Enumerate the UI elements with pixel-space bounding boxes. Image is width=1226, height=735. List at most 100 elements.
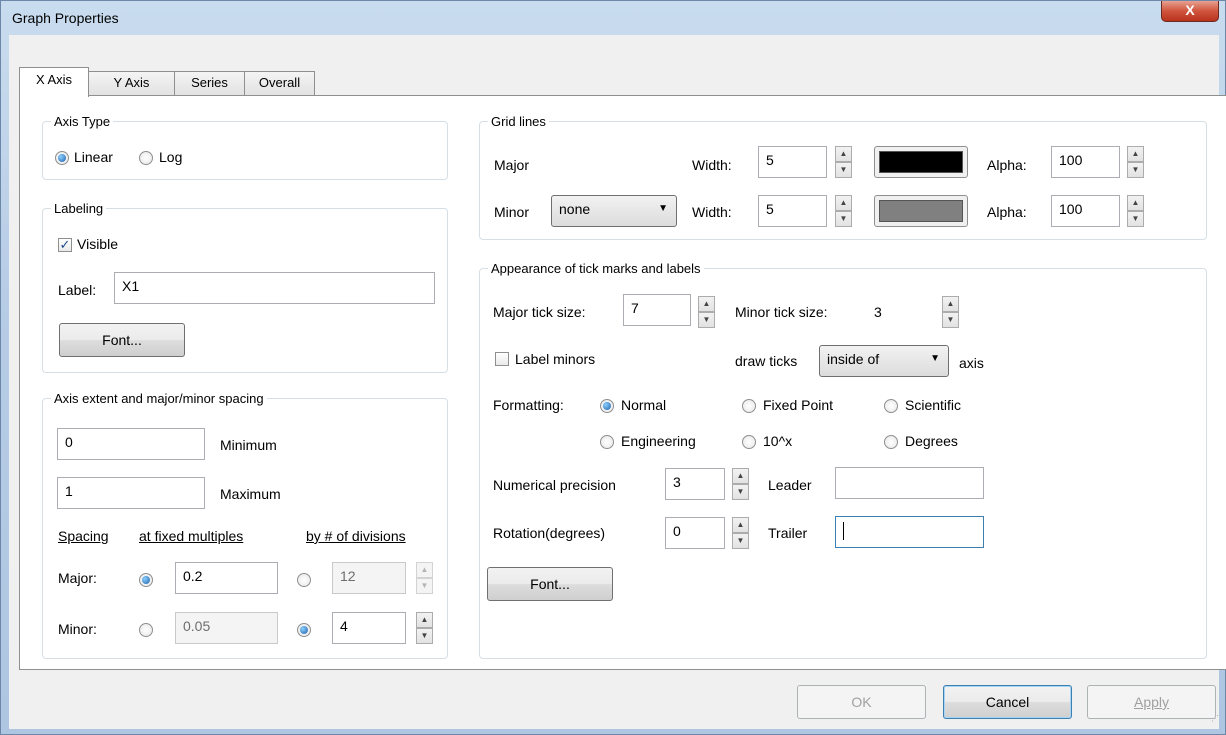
major-fixed-radio[interactable] (139, 573, 153, 587)
tick-labels-font-button[interactable]: Font... (487, 567, 613, 601)
rotation-input[interactable]: 0 (665, 517, 725, 549)
labeling-font-button[interactable]: Font... (59, 323, 185, 357)
cancel-button[interactable]: Cancel (943, 685, 1072, 719)
spin-up-icon[interactable]: ▲ (732, 468, 749, 484)
grid-major-color-swatch (879, 151, 963, 173)
grid-major-alpha-spinner[interactable]: ▲ ▼ (1127, 146, 1144, 178)
spin-up-icon[interactable]: ▲ (416, 612, 433, 628)
axis-type-legend: Axis Type (54, 114, 111, 129)
grid-minor-alpha-spinner[interactable]: ▲ ▼ (1127, 195, 1144, 227)
major-fixed-input[interactable]: 0.2 (175, 562, 278, 594)
spin-up-icon[interactable]: ▲ (1127, 146, 1144, 162)
spin-down-icon[interactable]: ▼ (1127, 162, 1144, 178)
tab-series[interactable]: Series (174, 71, 245, 96)
spin-down-icon[interactable]: ▼ (1127, 211, 1144, 227)
rotation-spinner[interactable]: ▲ ▼ (732, 517, 749, 549)
major-tick-size-input[interactable]: 7 (623, 294, 691, 326)
tab-overall[interactable]: Overall (244, 71, 315, 96)
major-divisions-radio[interactable] (297, 573, 311, 587)
format-engineering-label[interactable]: Engineering (621, 433, 696, 449)
chevron-down-icon: ▼ (658, 203, 668, 214)
grid-major-alpha-label: Alpha: (987, 157, 1027, 173)
close-button[interactable]: X (1161, 1, 1219, 22)
precision-label: Numerical precision (493, 477, 616, 493)
labeling-legend: Labeling (54, 201, 104, 216)
label-minors-checkbox[interactable] (495, 352, 509, 366)
grid-minor-alpha-input[interactable]: 100 (1051, 195, 1120, 227)
spin-down-icon[interactable]: ▼ (835, 211, 852, 227)
visible-checkbox[interactable]: ✓ (58, 238, 72, 252)
grid-minor-style-select[interactable]: none ▼ (551, 195, 677, 227)
trailer-label: Trailer (768, 525, 808, 541)
format-engineering-radio[interactable] (600, 435, 614, 449)
spin-down-icon[interactable]: ▼ (732, 484, 749, 500)
major-divisions-spinner[interactable]: ▲ ▼ (416, 562, 433, 594)
spin-down-icon[interactable]: ▼ (416, 578, 433, 594)
apply-button[interactable]: Apply (1087, 685, 1216, 719)
format-normal-radio[interactable] (600, 399, 614, 413)
spin-down-icon[interactable]: ▼ (942, 312, 959, 328)
resize-grip-icon[interactable]: ⋰ (1211, 714, 1219, 723)
minimum-input[interactable]: 0 (57, 428, 205, 460)
format-degrees-label[interactable]: Degrees (905, 433, 958, 449)
log-label[interactable]: Log (159, 149, 182, 165)
spin-down-icon[interactable]: ▼ (732, 533, 749, 549)
spin-up-icon[interactable]: ▲ (835, 146, 852, 162)
maximum-input[interactable]: 1 (57, 477, 205, 509)
grid-minor-color-swatch (879, 200, 963, 222)
major-divisions-input[interactable]: 12 (332, 562, 406, 594)
grid-major-width-spinner[interactable]: ▲ ▼ (835, 146, 852, 178)
grid-minor-label: Minor (494, 204, 530, 220)
spin-down-icon[interactable]: ▼ (698, 312, 715, 328)
axis-type-group: Axis Type (42, 114, 448, 180)
format-degrees-radio[interactable] (884, 435, 898, 449)
minor-fixed-input[interactable]: 0.05 (175, 612, 278, 644)
precision-spinner[interactable]: ▲ ▼ (732, 468, 749, 500)
axis-label-input[interactable]: X1 (114, 272, 435, 304)
tab-x-axis[interactable]: X Axis (19, 67, 89, 97)
grid-minor-color-button[interactable] (874, 195, 968, 227)
spin-up-icon[interactable]: ▲ (835, 195, 852, 211)
minor-spacing-label: Minor: (58, 621, 97, 637)
minor-fixed-radio[interactable] (139, 623, 153, 637)
major-tick-size-spinner[interactable]: ▲ ▼ (698, 296, 715, 328)
grid-major-color-button[interactable] (874, 146, 968, 178)
minor-divisions-radio[interactable] (297, 623, 311, 637)
log-radio[interactable] (139, 151, 153, 165)
spin-down-icon[interactable]: ▼ (416, 628, 433, 644)
minor-divisions-input[interactable]: 4 (332, 612, 406, 644)
leader-label: Leader (768, 477, 812, 493)
format-power-radio[interactable] (742, 435, 756, 449)
precision-input[interactable]: 3 (665, 468, 725, 500)
format-scientific-label[interactable]: Scientific (905, 397, 961, 413)
spin-up-icon[interactable]: ▲ (1127, 195, 1144, 211)
title-bar[interactable]: Graph Properties X (1, 1, 1226, 35)
axis-suffix-label: axis (959, 355, 984, 371)
ok-button[interactable]: OK (797, 685, 926, 719)
grid-minor-width-spinner[interactable]: ▲ ▼ (835, 195, 852, 227)
spin-up-icon[interactable]: ▲ (942, 296, 959, 312)
spin-down-icon[interactable]: ▼ (835, 162, 852, 178)
spin-up-icon[interactable]: ▲ (416, 562, 433, 578)
graph-properties-window: Graph Properties X X Axis Y Axis Series … (0, 0, 1226, 735)
visible-label[interactable]: Visible (77, 236, 118, 252)
linear-radio[interactable] (55, 151, 69, 165)
format-fixed-point-radio[interactable] (742, 399, 756, 413)
format-power-label[interactable]: 10^x (763, 433, 792, 449)
draw-ticks-select[interactable]: inside of ▼ (819, 345, 949, 377)
trailer-input[interactable] (835, 516, 984, 548)
minor-divisions-spinner[interactable]: ▲ ▼ (416, 612, 433, 644)
minor-tick-size-spinner[interactable]: ▲ ▼ (942, 296, 959, 328)
linear-label[interactable]: Linear (74, 149, 113, 165)
tab-y-axis[interactable]: Y Axis (88, 71, 175, 96)
grid-minor-width-input[interactable]: 5 (758, 195, 827, 227)
leader-input[interactable] (835, 467, 984, 499)
format-fixed-point-label[interactable]: Fixed Point (763, 397, 833, 413)
grid-major-alpha-input[interactable]: 100 (1051, 146, 1120, 178)
format-scientific-radio[interactable] (884, 399, 898, 413)
grid-major-width-input[interactable]: 5 (758, 146, 827, 178)
label-minors-label[interactable]: Label minors (515, 351, 595, 367)
spin-up-icon[interactable]: ▲ (698, 296, 715, 312)
spin-up-icon[interactable]: ▲ (732, 517, 749, 533)
format-normal-label[interactable]: Normal (621, 397, 666, 413)
